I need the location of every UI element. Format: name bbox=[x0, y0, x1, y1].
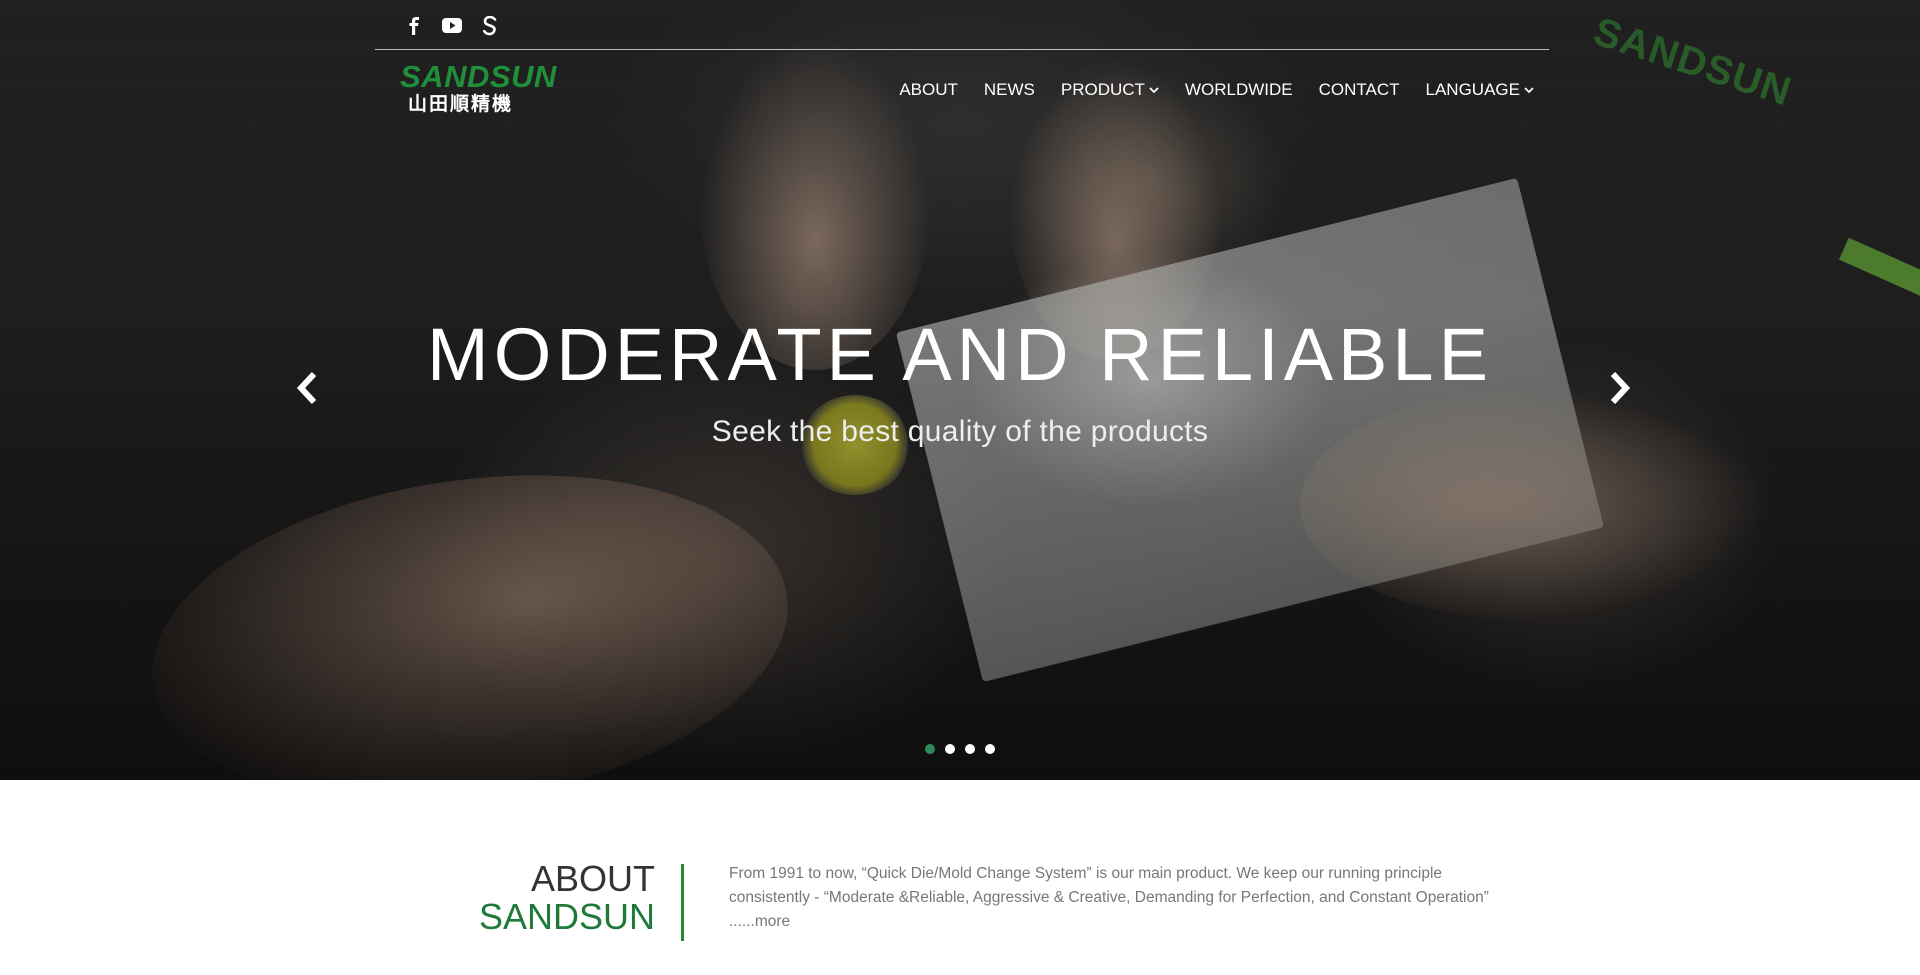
site-logo[interactable]: SANDSUN 山田順精機 bbox=[400, 59, 557, 118]
nav-contact[interactable]: CONTACT bbox=[1319, 80, 1400, 100]
chevron-down-icon bbox=[1524, 86, 1534, 94]
nav-news[interactable]: NEWS bbox=[984, 80, 1035, 100]
slider-dot[interactable] bbox=[925, 744, 935, 754]
chevron-right-icon bbox=[1607, 370, 1633, 411]
nav-label: PRODUCT bbox=[1060, 80, 1145, 99]
nav-product[interactable]: PRODUCT bbox=[1061, 80, 1159, 100]
nav-label: ABOUT bbox=[899, 80, 958, 99]
slider-dot[interactable] bbox=[945, 744, 955, 754]
chevron-left-icon bbox=[294, 370, 320, 411]
about-heading-line2: SANDSUN bbox=[478, 896, 655, 937]
facebook-link[interactable] bbox=[395, 16, 433, 40]
nav-about[interactable]: ABOUT bbox=[899, 80, 958, 100]
slider-next-button[interactable] bbox=[1600, 370, 1640, 410]
hero-slider: SANDSUN SANDSUN 山田順精機 ABOUT NEWS PRODUCT… bbox=[0, 0, 1920, 780]
top-bar bbox=[375, 0, 1549, 50]
nav-label: WORLDWIDE bbox=[1184, 80, 1293, 99]
sandsun-s-icon bbox=[482, 15, 498, 41]
photo-shirt-accent bbox=[1839, 237, 1920, 297]
about-heading: ABOUT SANDSUN bbox=[450, 860, 655, 936]
slider-prev-button[interactable] bbox=[287, 370, 327, 410]
photo-hand bbox=[130, 437, 810, 780]
about-divider bbox=[681, 864, 684, 941]
youtube-link[interactable] bbox=[433, 16, 471, 40]
about-heading-line1: ABOUT bbox=[530, 858, 655, 899]
nav-label: NEWS bbox=[983, 80, 1035, 99]
sandsun-s-link[interactable] bbox=[471, 15, 509, 41]
photo-shirt-logo: SANDSUN bbox=[1588, 9, 1797, 115]
about-summary-text: From 1991 to now, “Quick Die/Mold Change… bbox=[729, 865, 1489, 930]
nav-label: LANGUAGE bbox=[1425, 80, 1520, 99]
nav-language[interactable]: LANGUAGE bbox=[1426, 80, 1534, 100]
nav-label: CONTACT bbox=[1318, 80, 1400, 99]
more-link[interactable]: more bbox=[755, 913, 790, 930]
logo-wordmark: SANDSUN bbox=[400, 59, 557, 94]
slider-pagination bbox=[0, 744, 1920, 754]
social-links bbox=[395, 15, 509, 41]
logo-chinese-name: 山田順精機 bbox=[408, 93, 514, 115]
slider-dot[interactable] bbox=[965, 744, 975, 754]
nav-worldwide[interactable]: WORLDWIDE bbox=[1185, 80, 1293, 100]
slider-dot[interactable] bbox=[985, 744, 995, 754]
chevron-down-icon bbox=[1149, 86, 1159, 94]
facebook-icon bbox=[408, 16, 420, 40]
youtube-icon bbox=[442, 18, 462, 38]
main-nav: ABOUT NEWS PRODUCT WORLDWIDE CONTACT LAN… bbox=[873, 80, 1534, 100]
about-summary: From 1991 to now, “Quick Die/Mold Change… bbox=[729, 862, 1499, 934]
hero-subheadline: Seek the best quality of the products bbox=[711, 415, 1209, 448]
